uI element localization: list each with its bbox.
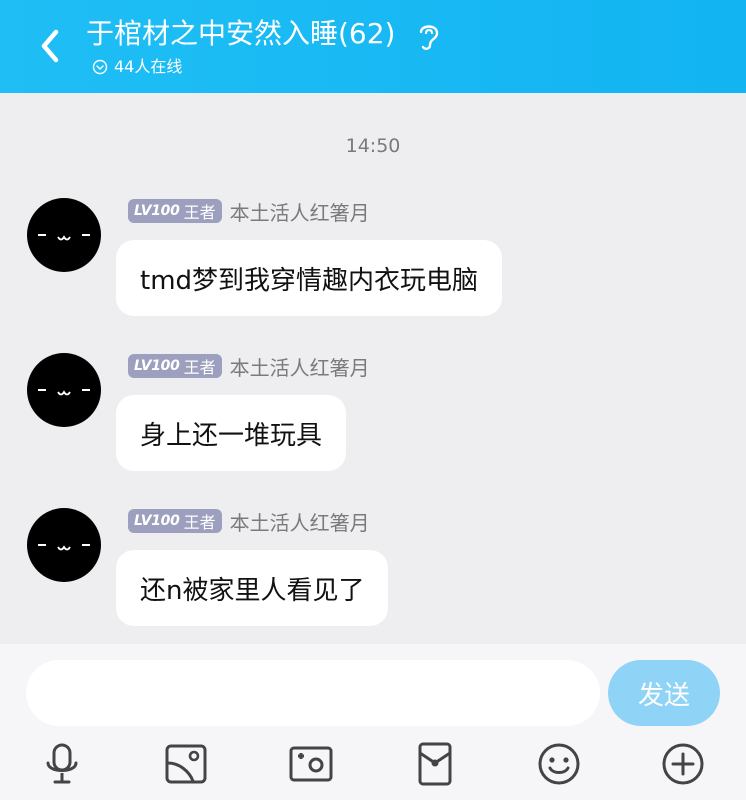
sender-info: LV100 王者 本土活人红箸月 (128, 352, 370, 381)
message-item: LV100 王者 本土活人红箸月 身上还一堆玩具 (0, 353, 746, 483)
voice-button[interactable] (39, 741, 85, 787)
back-button[interactable] (34, 26, 68, 66)
message-bubble[interactable]: tmd梦到我穿情趣内衣玩电脑 (116, 240, 503, 316)
sender-name[interactable]: 本土活人红箸月 (230, 507, 370, 536)
red-packet-icon (418, 742, 452, 786)
camera-button[interactable] (288, 741, 334, 787)
face-icon (38, 544, 90, 551)
emoji-button[interactable] (536, 741, 582, 787)
more-button[interactable] (660, 741, 706, 787)
level-badge: LV100 王者 (128, 199, 222, 223)
message-timestamp: 14:50 (345, 135, 401, 157)
sender-name[interactable]: 本土活人红箸月 (230, 352, 370, 381)
level-badge: LV100 王者 (128, 354, 222, 378)
avatar[interactable] (27, 353, 101, 427)
send-button[interactable]: 发送 (608, 660, 720, 726)
chevron-left-icon (41, 29, 59, 63)
message-bubble[interactable]: 身上还一堆玩具 (116, 395, 347, 471)
input-bar: 发送 (0, 644, 746, 800)
face-icon (38, 389, 90, 396)
image-button[interactable] (163, 741, 209, 787)
red-packet-button[interactable] (412, 741, 458, 787)
group-title[interactable]: 于棺材之中安然入睡(62) (86, 14, 395, 54)
earpiece-mode-button[interactable] (416, 20, 442, 52)
camera-icon (289, 746, 333, 782)
image-icon (165, 744, 207, 784)
avatar[interactable] (27, 508, 101, 582)
message-bubble[interactable]: 还n被家里人看见了 (116, 550, 389, 626)
online-status[interactable]: 44人在线 (92, 56, 182, 78)
message-input[interactable] (26, 660, 600, 726)
level-badge: LV100 王者 (128, 509, 222, 533)
sender-name[interactable]: 本土活人红箸月 (230, 197, 370, 226)
avatar[interactable] (27, 198, 101, 272)
plus-icon (662, 743, 704, 785)
face-icon (38, 234, 90, 241)
emoji-icon (538, 743, 580, 785)
microphone-icon (46, 743, 78, 784)
chat-header: 于棺材之中安然入睡(62) 44人在线 (0, 0, 746, 93)
message-item: LV100 王者 本土活人红箸月 还n被家里人看见了 (0, 508, 746, 638)
sender-info: LV100 王者 本土活人红箸月 (128, 507, 370, 536)
online-count: 44人在线 (114, 57, 183, 76)
message-item: LV100 王者 本土活人红箸月 tmd梦到我穿情趣内衣玩电脑 (0, 198, 746, 328)
ear-icon (419, 25, 439, 50)
sender-info: LV100 王者 本土活人红箸月 (128, 197, 370, 226)
chevron-circle-down-icon (92, 59, 108, 75)
